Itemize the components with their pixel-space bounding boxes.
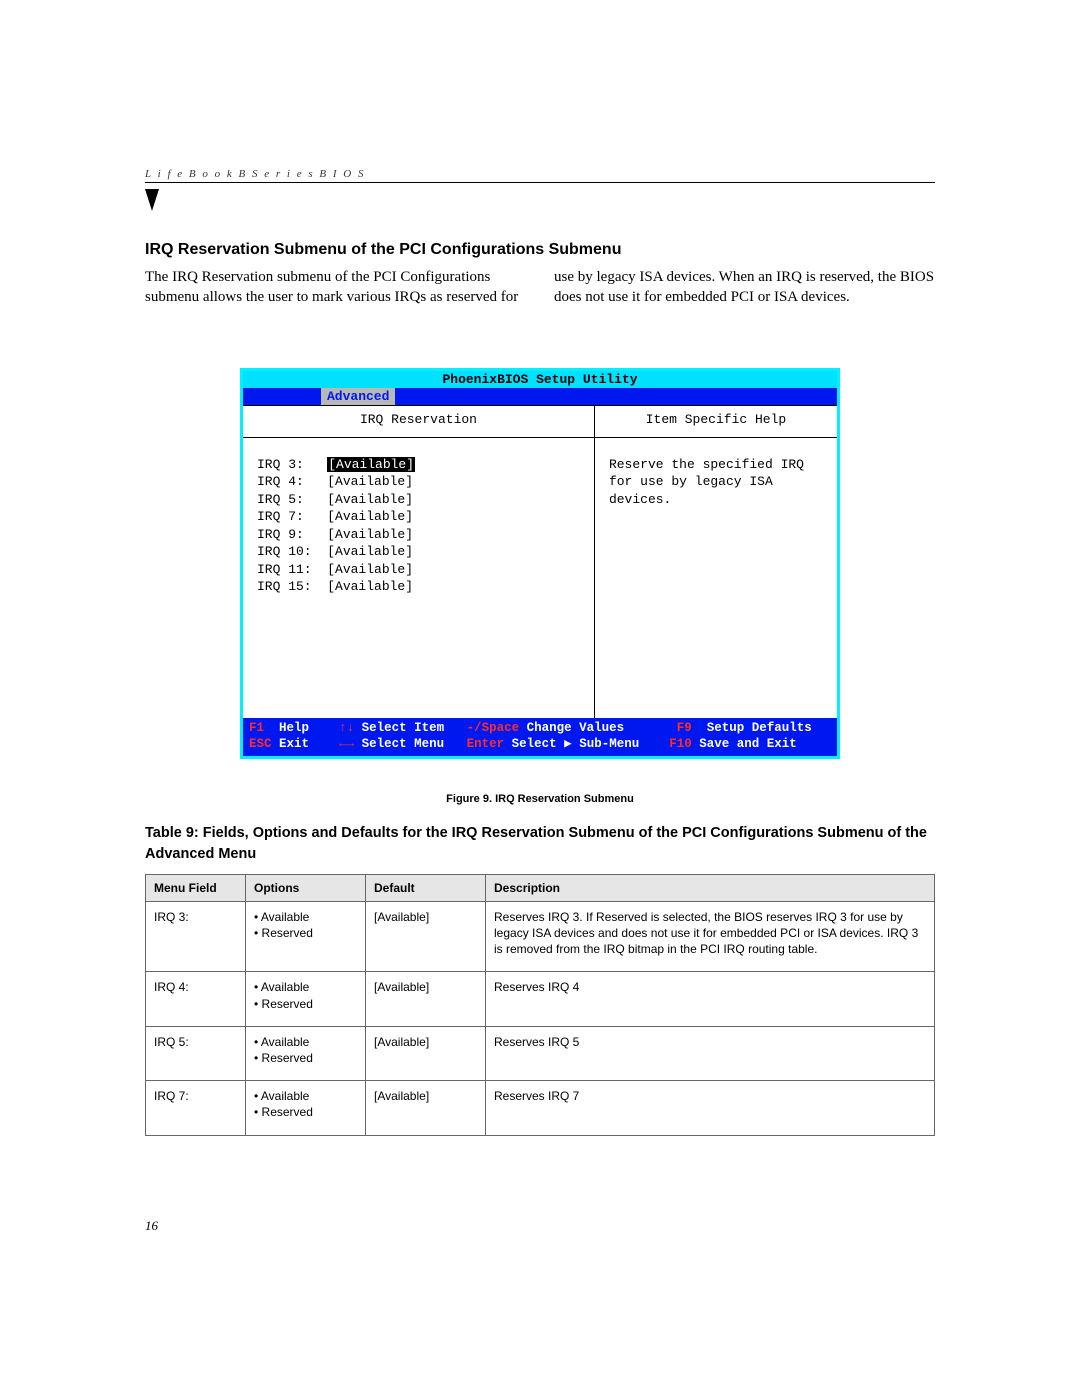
bios-screenshot: PhoenixBIOS Setup Utility Advanced IRQ R… [240, 368, 840, 760]
table-header: Menu Field [146, 874, 246, 901]
section-title: IRQ Reservation Submenu of the PCI Confi… [145, 241, 935, 259]
page-number: 16 [145, 1218, 158, 1234]
table-header: Description [486, 874, 935, 901]
irq-row[interactable]: IRQ 7: [Available] [257, 508, 584, 526]
left-panel-header: IRQ Reservation [243, 406, 594, 438]
figure-caption: Figure 9. IRQ Reservation Submenu [145, 793, 935, 805]
irq-row[interactable]: IRQ 15: [Available] [257, 578, 584, 596]
help-text: Reserve the specified IRQ for use by leg… [595, 438, 837, 718]
irq-row[interactable]: IRQ 5: [Available] [257, 491, 584, 509]
page-header: L i f e B o o k B S e r i e s B I O S [145, 168, 935, 183]
irq-row[interactable]: IRQ 9: [Available] [257, 526, 584, 544]
header-wedge-icon [145, 189, 159, 211]
table-row: IRQ 3:AvailableReserved[Available]Reserv… [146, 901, 935, 972]
bios-title: PhoenixBIOS Setup Utility [243, 371, 837, 388]
fields-table: Menu FieldOptionsDefaultDescription IRQ … [145, 874, 935, 1136]
bios-tab-bar: Advanced [243, 388, 837, 405]
irq-list: IRQ 3: [Available]IRQ 4: [Available]IRQ … [243, 438, 594, 718]
table-title: Table 9: Fields, Options and Defaults fo… [145, 823, 935, 864]
table-header: Default [366, 874, 486, 901]
table-row: IRQ 5:AvailableReserved[Available]Reserv… [146, 1026, 935, 1080]
irq-row[interactable]: IRQ 3: [Available] [257, 456, 584, 474]
table-row: IRQ 7:AvailableReserved[Available]Reserv… [146, 1081, 935, 1135]
table-header: Options [246, 874, 366, 901]
irq-row[interactable]: IRQ 11: [Available] [257, 561, 584, 579]
table-row: IRQ 4:AvailableReserved[Available]Reserv… [146, 972, 935, 1026]
bios-footer: F1 Help ↑↓ Select Item -/Space Change Va… [243, 718, 837, 757]
right-panel-header: Item Specific Help [595, 406, 837, 438]
irq-row[interactable]: IRQ 10: [Available] [257, 543, 584, 561]
intro-paragraph: The IRQ Reservation submenu of the PCI C… [145, 267, 935, 308]
tab-advanced[interactable]: Advanced [321, 388, 395, 405]
irq-row[interactable]: IRQ 4: [Available] [257, 473, 584, 491]
